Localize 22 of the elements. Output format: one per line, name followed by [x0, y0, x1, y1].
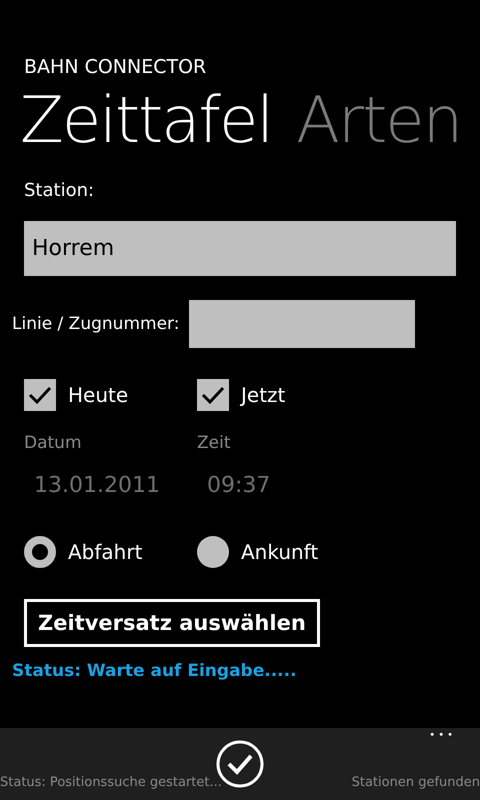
status-text: Status: Positionssuche gestartet...: [0, 775, 222, 790]
time-label: Zeit: [197, 433, 230, 453]
radio-button[interactable]: [197, 536, 229, 568]
checkbox[interactable]: [24, 379, 56, 411]
station-field[interactable]: Horrem: [24, 221, 456, 276]
field-label: Station:: [23, 179, 96, 203]
checkbox-label: Jetzt: [241, 383, 286, 407]
radio-label: Ankunft: [241, 540, 318, 564]
pivot-header[interactable]: Arten: [296, 84, 462, 158]
status-text: Stationen gefunden: [352, 775, 480, 790]
radio-button[interactable]: [24, 536, 56, 568]
more-icon[interactable]: •••: [429, 730, 456, 741]
offset-button[interactable]: Zeitversatz auswählen: [24, 599, 320, 647]
checkbox-label: Heute: [68, 383, 128, 407]
line-number-field[interactable]: [189, 300, 416, 348]
date-label: Datum: [24, 433, 82, 453]
pivot-header[interactable]: Zeittafel: [20, 84, 272, 158]
status-text: Status: Warte auf Eingabe.....: [11, 660, 298, 681]
checkbox[interactable]: [197, 379, 229, 411]
app-title: BAHN CONNECTOR: [23, 55, 208, 80]
field-label: Linie / Zugnummer:: [12, 314, 180, 334]
radio-label: Abfahrt: [68, 540, 142, 564]
